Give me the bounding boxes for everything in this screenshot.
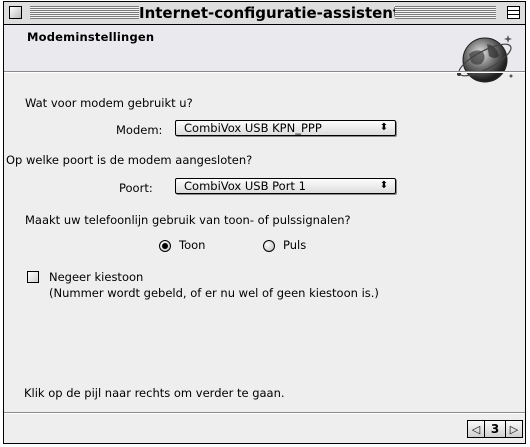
footer-divider — [4, 412, 525, 414]
port-label: Poort: — [119, 181, 153, 195]
instruction-text: Klik op de pijl naar rechts om verder te… — [24, 386, 285, 400]
port-question: Op welke poort is de modem aangesloten? — [6, 153, 253, 167]
ignore-dialtone-checkbox[interactable] — [27, 271, 39, 283]
dialing-question: Maakt uw telefoonlijn gebruik van toon- … — [25, 213, 351, 227]
port-popup[interactable]: CombiVox USB Port 1 ⬍ — [175, 178, 396, 194]
title-stripes-left — [30, 6, 139, 19]
ignore-dialtone-label[interactable]: Negeer kiestoon — [49, 270, 143, 284]
right-arrow-icon[interactable]: ▷ — [505, 420, 523, 438]
page-number: 3 — [485, 420, 505, 438]
window-title: Internet-configuratie-assistent — [139, 4, 401, 22]
modem-question: Wat voor modem gebruikt u? — [25, 96, 193, 110]
title-stripes-right — [395, 6, 496, 19]
assistant-window: Internet-configuratie-assistent Modemins… — [3, 1, 526, 444]
section-title: Modeminstellingen — [27, 30, 155, 44]
header-divider — [4, 71, 525, 73]
radio-puls[interactable] — [263, 240, 275, 252]
modem-label: Modem: — [116, 123, 163, 137]
globe-icon — [457, 35, 513, 83]
radio-puls-label[interactable]: Puls — [283, 238, 306, 252]
port-popup-value: CombiVox USB Port 1 — [184, 179, 306, 193]
zoom-box-icon[interactable] — [507, 6, 520, 19]
radio-toon-label[interactable]: Toon — [179, 238, 205, 252]
radio-toon[interactable] — [159, 240, 171, 252]
updown-arrow-icon: ⬍ — [379, 122, 389, 133]
modem-popup-value: CombiVox USB KPN_PPP — [184, 121, 322, 135]
updown-arrow-icon: ⬍ — [379, 180, 389, 191]
ignore-dialtone-note: (Nummer wordt gebeld, of er nu wel of ge… — [49, 286, 379, 300]
page-navigation: ◁ 3 ▷ — [467, 420, 523, 440]
close-box-icon[interactable] — [9, 6, 22, 19]
title-bar[interactable]: Internet-configuratie-assistent — [4, 2, 525, 25]
left-arrow-icon[interactable]: ◁ — [467, 420, 485, 438]
modem-popup[interactable]: CombiVox USB KPN_PPP ⬍ — [175, 120, 396, 136]
